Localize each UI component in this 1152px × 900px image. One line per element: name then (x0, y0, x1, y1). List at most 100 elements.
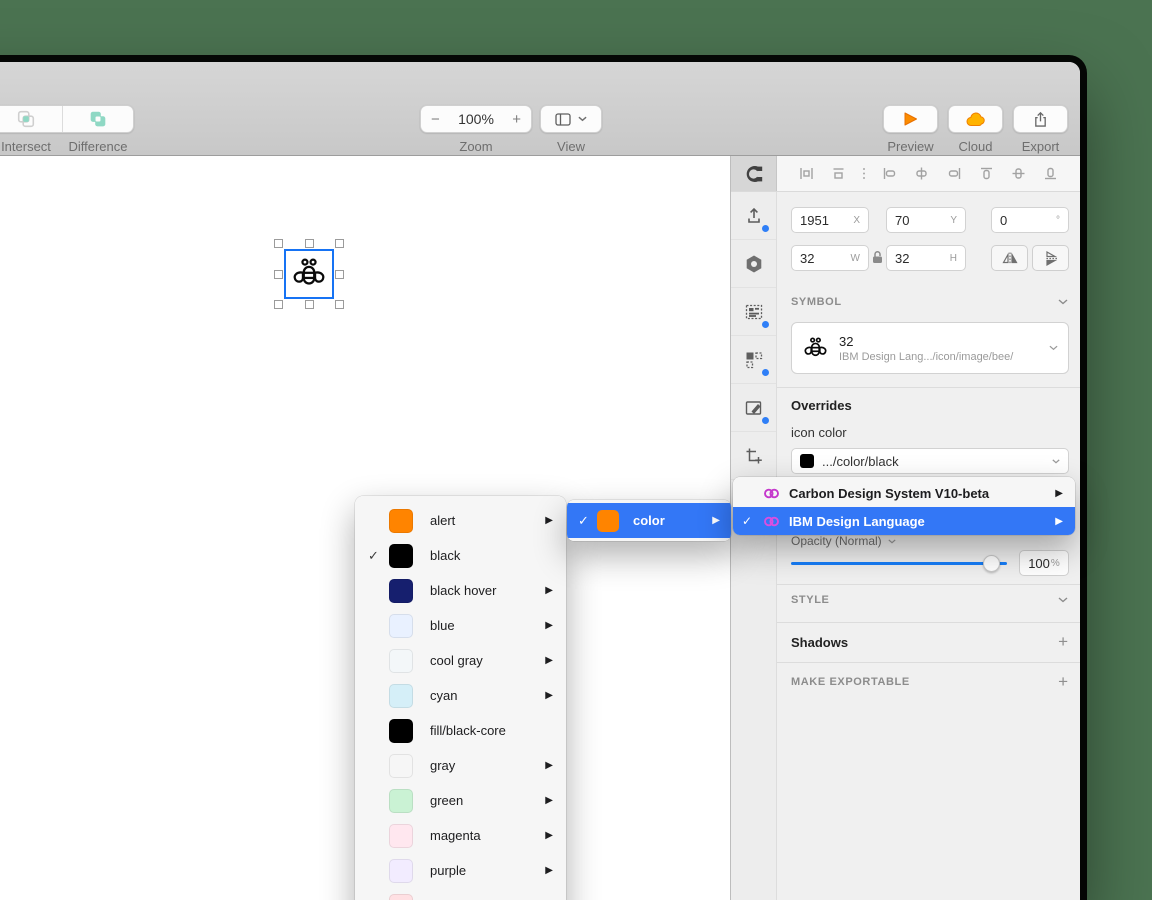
share-icon (1033, 111, 1048, 128)
submenu-arrow-icon: ▶ (545, 865, 553, 876)
shadows-label: Shadows (791, 634, 849, 650)
menu-item-blue[interactable]: blue ▶ (355, 608, 566, 643)
menu-item-black[interactable]: ✓ black (355, 538, 566, 573)
distribute-horizontally-icon[interactable] (798, 165, 815, 182)
rotation-field[interactable]: 0 ° (991, 207, 1069, 233)
zoom-out-button[interactable]: − (431, 111, 440, 128)
submenu-arrow-icon: ▶ (545, 515, 553, 526)
y-position-field[interactable]: 70 Y (886, 207, 966, 233)
resize-handle[interactable] (304, 300, 314, 309)
view-button[interactable] (540, 105, 602, 133)
symbol-picker[interactable]: 32 IBM Design Lang.../icon/image/bee/ (791, 322, 1069, 374)
desktop: Intersect Difference − 100% + Zoom View … (0, 0, 1152, 900)
lock-ratio-icon[interactable] (872, 250, 883, 264)
align-left-icon[interactable] (881, 165, 898, 182)
menu-item-cyan[interactable]: cyan ▶ (355, 678, 566, 713)
zoom-control: − 100% + (420, 105, 532, 133)
menu-item-carbon-design-system[interactable]: Carbon Design System V10-beta ▶ (733, 479, 1075, 507)
flip-horizontal-icon (1001, 251, 1018, 265)
play-icon (902, 111, 919, 127)
resize-handle[interactable] (335, 300, 344, 309)
toolbar: Intersect Difference − 100% + Zoom View … (0, 62, 1080, 156)
opacity-unit: % (1050, 557, 1060, 569)
menu-item-magenta[interactable]: magenta ▶ (355, 818, 566, 853)
library-link-icon (763, 515, 787, 528)
resize-handle[interactable] (335, 239, 344, 248)
submenu-arrow-icon: ▶ (712, 515, 720, 526)
notification-dot (762, 321, 769, 328)
add-export-button[interactable]: + (1058, 672, 1068, 692)
submenu-arrow-icon: ▶ (545, 620, 553, 631)
color-swatch (389, 788, 413, 813)
color-swatch (389, 508, 413, 533)
color-group-menu: ✓ color ▶ (567, 500, 731, 541)
chevron-down-icon (1058, 597, 1068, 603)
width-field[interactable]: 32 W (791, 245, 869, 271)
y-unit: Y (950, 214, 957, 226)
align-bottom-icon[interactable] (1042, 165, 1059, 182)
intersect-button[interactable] (0, 106, 62, 132)
plugin-layout-button[interactable] (731, 288, 776, 336)
selected-layer-bee-symbol[interactable] (274, 239, 344, 309)
difference-button[interactable] (61, 106, 134, 132)
menu-item-purple[interactable]: purple ▶ (355, 853, 566, 888)
x-position-field[interactable]: 1951 X (791, 207, 869, 233)
rotation-value: 0 (1000, 212, 1008, 228)
symbol-header-label: SYMBOL (791, 296, 842, 308)
menu-item-black-hover[interactable]: black hover ▶ (355, 573, 566, 608)
symbol-path: IBM Design Lang.../icon/image/bee/ (839, 350, 1014, 363)
inspector-content: 1951 X 70 Y 0 ° 32 W 32 H SYMBOL 32 IBM … (777, 192, 1080, 900)
plugin-symbols-button[interactable] (731, 336, 776, 384)
symbol-section-header[interactable]: SYMBOL (791, 296, 1068, 308)
plugin-artboard-plus-button[interactable] (731, 432, 776, 480)
resize-handle[interactable] (274, 239, 283, 248)
resize-handle[interactable] (274, 300, 283, 309)
flip-horizontal-button[interactable] (991, 245, 1028, 271)
resize-handle[interactable] (274, 269, 283, 279)
menu-item-alert[interactable]: alert ▶ (355, 503, 566, 538)
add-shadow-button[interactable]: + (1058, 632, 1068, 652)
resize-handle[interactable] (304, 239, 314, 248)
menu-item-fill-black-core[interactable]: fill/black-core (355, 713, 566, 748)
plugin-vector-edit-button[interactable] (731, 384, 776, 432)
opacity-label-row[interactable]: Opacity (Normal) (791, 534, 896, 548)
divider (777, 387, 1080, 388)
symbol-name: 32 (839, 333, 854, 349)
menu-item-cool-gray[interactable]: cool gray ▶ (355, 643, 566, 678)
menu-item-red[interactable]: red ▶ (355, 888, 566, 900)
align-center-horizontal-icon[interactable] (913, 165, 930, 182)
height-field[interactable]: 32 H (886, 245, 966, 271)
preview-button[interactable] (883, 105, 938, 133)
flip-vertical-button[interactable] (1032, 245, 1069, 271)
c-logo-icon (744, 164, 764, 184)
alignment-toolbar (777, 156, 1080, 191)
plugin-hexagon-button[interactable] (731, 240, 776, 288)
divider (777, 662, 1080, 663)
opacity-slider[interactable] (791, 562, 1007, 565)
menu-item-green[interactable]: green ▶ (355, 783, 566, 818)
style-section-header[interactable]: STYLE (791, 594, 1068, 606)
opacity-value-field[interactable]: 100 % (1019, 550, 1069, 576)
distribute-vertically-icon[interactable] (830, 165, 847, 182)
align-top-icon[interactable] (978, 165, 995, 182)
zoom-label: Zoom (459, 139, 493, 154)
cloud-button[interactable] (948, 105, 1003, 133)
menu-item-ibm-design-language[interactable]: ✓ IBM Design Language ▶ (733, 507, 1075, 535)
color-swatch (389, 858, 413, 883)
resize-handle[interactable] (335, 269, 344, 279)
menu-item-gray[interactable]: gray ▶ (355, 748, 566, 783)
align-middle-vertical-icon[interactable] (1010, 165, 1027, 182)
plugin-c-logo-button[interactable] (731, 156, 777, 191)
overrides-title: Overrides (791, 398, 852, 413)
submenu-arrow-icon: ▶ (545, 655, 553, 666)
zoom-in-button[interactable]: + (512, 111, 521, 128)
align-right-icon[interactable] (946, 165, 963, 182)
icon-color-dropdown[interactable]: .../color/black (791, 448, 1069, 474)
menu-item-color[interactable]: ✓ color ▶ (567, 503, 731, 538)
chevron-down-icon (1052, 458, 1060, 464)
opacity-slider-handle[interactable] (983, 555, 1000, 572)
plugin-upload-button[interactable] (731, 192, 776, 240)
y-value: 70 (895, 212, 910, 228)
export-button[interactable] (1013, 105, 1068, 133)
rotation-unit: ° (1056, 214, 1060, 226)
